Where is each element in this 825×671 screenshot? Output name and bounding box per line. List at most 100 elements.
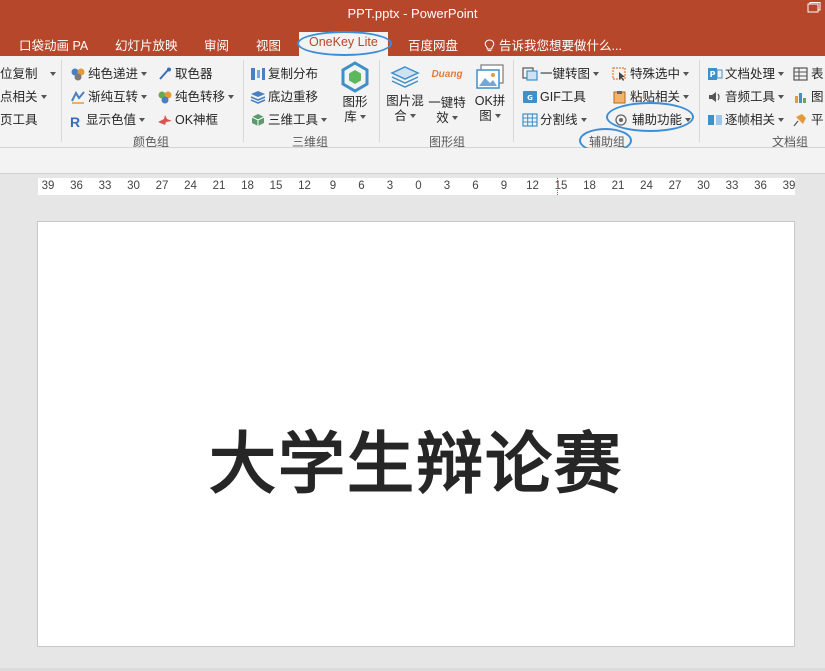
speaker-icon	[709, 92, 720, 102]
audio-tools-label: 音频工具	[725, 90, 776, 104]
chevron-down-icon	[580, 118, 587, 122]
flat-button[interactable]: 平	[793, 109, 824, 129]
chevron-down-icon	[451, 116, 458, 120]
gradient-pure-swap-button[interactable]: 渐纯互转	[70, 86, 148, 106]
horizontal-ruler[interactable]: 39 36 33 30 27 24 21 18 15 12 9 6 3 0 3 6 9 12 15 18 21 24 27 3…	[38, 178, 795, 195]
select-cursor-icon	[612, 67, 626, 81]
3d-tools-label: 三维工具	[268, 113, 319, 127]
stack-layers-icon	[250, 91, 266, 104]
ruler-tick-label: 39	[782, 180, 796, 192]
pure-gradient-button[interactable]: 纯色递进	[70, 63, 148, 83]
one-click-effect-button[interactable]: Duang 一键特效	[427, 66, 467, 126]
group-divider	[243, 60, 244, 142]
bottom-reposition-button[interactable]: 底边重移	[250, 86, 318, 106]
restore-window-icon[interactable]	[807, 2, 821, 13]
ruler-tick-label: 15	[269, 180, 283, 192]
one-click-to-image-button[interactable]: 一键转图	[522, 63, 600, 83]
copy-position-button[interactable]: 位复制	[0, 63, 56, 83]
grid-icon	[522, 113, 538, 127]
group-divider	[513, 60, 514, 142]
split-line-label: 分割线	[540, 113, 578, 127]
ruler-tick-label: 3	[386, 180, 394, 192]
cube-icon	[251, 114, 265, 126]
ruler-tick-label: 9	[500, 180, 508, 192]
one-click-to-image-label: 一键转图	[540, 67, 591, 81]
tell-me-search[interactable]: 告诉我您想要做什么...	[484, 35, 622, 54]
chevron-down-icon	[141, 72, 148, 76]
ribbon-tab-bar: 口袋动画 PA 幻灯片放映 审阅 视图 OneKey Lite 百度网盘 告诉我…	[0, 30, 825, 56]
tab-slideshow[interactable]: 幻灯片放映	[115, 35, 178, 54]
copy-distribute-button[interactable]: 复制分布	[250, 63, 318, 83]
copy-position-label: 位复制	[0, 67, 38, 81]
chevron-down-icon	[409, 114, 416, 118]
chevron-down-icon	[593, 72, 600, 76]
ruler-tick-label: 24	[184, 180, 197, 192]
gif-tool-button[interactable]: G GIF工具	[522, 86, 586, 106]
shape-library-label: 图形库	[342, 95, 368, 124]
chart-button[interactable]: 图	[793, 86, 824, 106]
audio-tools-button[interactable]: 音频工具	[707, 86, 785, 106]
window-title: PPT.pptx - PowerPoint	[347, 6, 478, 21]
split-line-button[interactable]: 分割线	[522, 109, 587, 129]
special-select-button[interactable]: 特殊选中	[612, 63, 690, 83]
pure-transfer-label: 纯色转移	[175, 90, 226, 104]
ruler-tick-label: 12	[298, 180, 311, 192]
lightbulb-icon	[484, 39, 495, 52]
ok-frame-label: OK神框	[175, 113, 219, 127]
flat-label: 平	[811, 113, 824, 127]
ruler-tick-label: 21	[212, 180, 226, 192]
palette-icon	[158, 91, 172, 104]
ok-frame-button[interactable]: OK神框	[157, 109, 218, 129]
ruler-tick-label: 33	[98, 180, 112, 192]
pin-icon	[793, 114, 806, 127]
tab-baidu-netdisk[interactable]: 百度网盘	[408, 35, 458, 54]
r-letter-icon: R	[70, 114, 81, 130]
image-mix-button[interactable]: 图片混合	[385, 64, 425, 124]
group-divider	[699, 60, 700, 142]
frame-related-label: 逐帧相关	[725, 113, 776, 127]
chevron-down-icon	[683, 72, 690, 76]
title-bar: PPT.pptx - PowerPoint	[0, 0, 825, 30]
shape-library-button[interactable]: 图形库	[337, 61, 373, 125]
slide-canvas[interactable]: 大学生辩论赛	[37, 221, 795, 647]
bar-chart-icon	[795, 93, 806, 103]
point-related-button[interactable]: 点相关	[0, 86, 47, 106]
tab-view[interactable]: 视图	[256, 35, 281, 54]
table-button[interactable]: 表	[793, 63, 824, 83]
frame-related-button[interactable]: 逐帧相关	[707, 109, 785, 129]
ruler-tick-label: 27	[668, 180, 682, 192]
duang-text-icon: Duang	[431, 69, 463, 80]
doc-process-button[interactable]: P 文档处理	[707, 63, 785, 83]
page-tools-button[interactable]: 页工具	[0, 109, 38, 129]
ruler-tick-label: 30	[697, 180, 710, 192]
ok-collage-label: OK拼图	[474, 94, 506, 123]
convert-image-icon	[522, 67, 538, 81]
color-dots-icon	[71, 68, 85, 81]
color-picker-button[interactable]: 取色器	[157, 63, 213, 83]
svg-text:G: G	[527, 94, 533, 102]
one-click-effect-label: 一键特效	[428, 96, 466, 125]
gif-tool-label: GIF工具	[540, 90, 586, 104]
ruler-tick-label: 39	[41, 180, 55, 192]
ppt-doc-icon: P	[708, 68, 723, 80]
page-tools-label: 页工具	[0, 113, 38, 127]
tab-pocket-animation[interactable]: 口袋动画 PA	[19, 35, 88, 54]
chevron-down-icon	[778, 95, 785, 99]
ribbon: 位复制 点相关 页工具 纯色递进 取色器 渐纯互转 纯色转移 R 显示色值 OK神…	[0, 56, 825, 153]
3d-tools-button[interactable]: 三维工具	[250, 109, 328, 129]
chevron-down-icon	[778, 72, 785, 76]
gradient-swap-icon	[71, 90, 85, 104]
chevron-down-icon	[49, 72, 56, 76]
ruler-tick-label: 18	[583, 180, 596, 192]
ok-collage-button[interactable]: OK拼图	[470, 64, 510, 124]
show-color-value-button[interactable]: R 显示色值	[70, 109, 146, 130]
ruler-tick-label: 6	[358, 180, 365, 192]
tab-review[interactable]: 审阅	[204, 35, 229, 54]
hexagon-icon	[341, 61, 369, 93]
bottom-reposition-label: 底边重移	[268, 90, 319, 104]
group-divider	[61, 60, 62, 142]
ruler-tick-label: 18	[241, 180, 254, 192]
image-mix-label: 图片混合	[386, 94, 424, 123]
pure-color-transfer-button[interactable]: 纯色转移	[157, 86, 235, 106]
slide-title-text[interactable]: 大学生辩论赛	[38, 410, 794, 507]
